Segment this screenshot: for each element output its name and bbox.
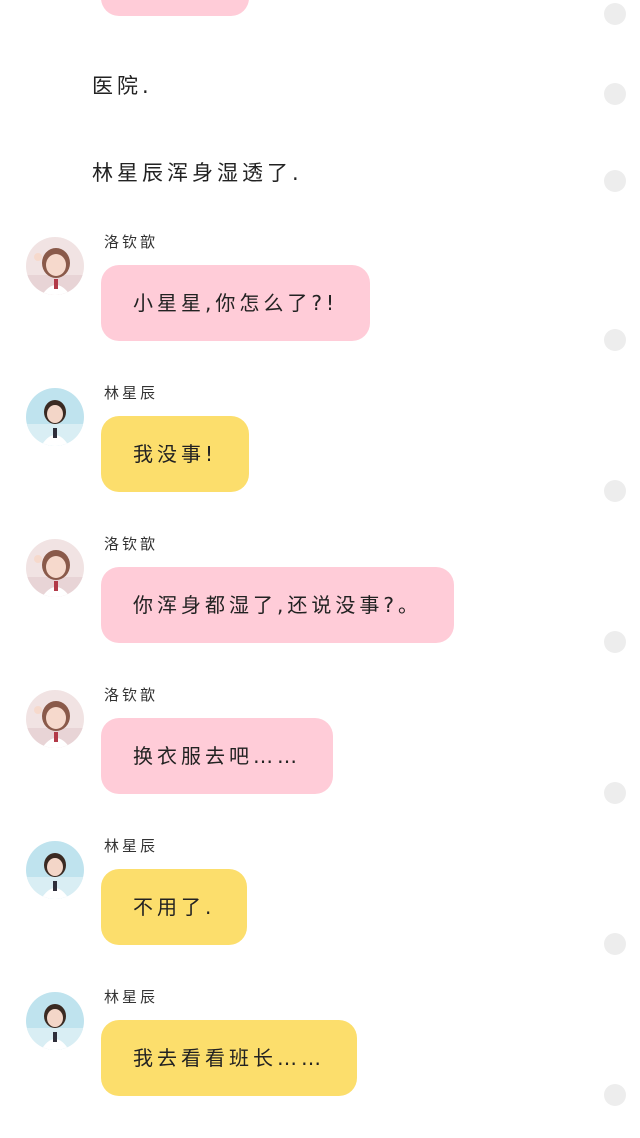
scroll-dot[interactable] [604, 170, 626, 192]
message-bubble[interactable]: 小星星,你怎么了?! [101, 265, 370, 341]
message-bubble[interactable]: 不用了. [101, 869, 248, 945]
narration-text: 林星辰浑身湿透了. [92, 161, 303, 185]
previous-message-bubble [101, 0, 249, 16]
girl-pink-avatar[interactable] [26, 690, 84, 748]
scroll-dot[interactable] [604, 782, 626, 804]
message-bubble[interactable]: 你浑身都湿了,还说没事?。 [101, 567, 454, 643]
girl-pink-avatar[interactable] [26, 539, 84, 597]
sender-name: 林星辰 [104, 837, 159, 855]
sender-name: 洛钦歆 [104, 535, 159, 553]
chat-message: 林星辰 我去看看班长…… [0, 988, 600, 1122]
girl-blue-avatar[interactable] [26, 992, 84, 1050]
scroll-dot[interactable] [604, 3, 626, 25]
narration-text: 医院. [92, 74, 153, 98]
scroll-dot[interactable] [604, 480, 626, 502]
chat-message: 林星辰 不用了. [0, 837, 600, 971]
scroll-dot[interactable] [604, 83, 626, 105]
chat-message: 洛钦歆 你浑身都湿了,还说没事?。 [0, 535, 600, 669]
scroll-dot[interactable] [604, 631, 626, 653]
sender-name: 林星辰 [104, 384, 159, 402]
message-bubble[interactable]: 我没事! [101, 416, 250, 492]
sender-name: 林星辰 [104, 988, 159, 1006]
girl-blue-avatar[interactable] [26, 841, 84, 899]
scroll-dot[interactable] [604, 329, 626, 351]
scroll-dot[interactable] [604, 1084, 626, 1106]
sender-name: 洛钦歆 [104, 233, 159, 251]
girl-pink-avatar[interactable] [26, 237, 84, 295]
chat-message: 林星辰 我没事! [0, 384, 600, 518]
girl-blue-avatar[interactable] [26, 388, 84, 446]
message-bubble[interactable]: 我去看看班长…… [101, 1020, 357, 1096]
chat-message: 洛钦歆 换衣服去吧…… [0, 686, 600, 820]
scroll-dot[interactable] [604, 933, 626, 955]
chat-message: 洛钦歆 小星星,你怎么了?! [0, 233, 600, 367]
message-bubble[interactable]: 换衣服去吧…… [101, 718, 333, 794]
sender-name: 洛钦歆 [104, 686, 159, 704]
